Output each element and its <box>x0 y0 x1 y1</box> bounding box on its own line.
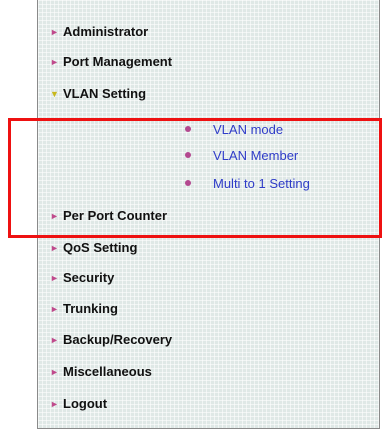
menu-item-security[interactable]: ► Security <box>50 268 114 288</box>
arrow-icon: ► <box>50 243 59 253</box>
arrow-icon: ► <box>50 399 59 409</box>
arrow-icon: ► <box>50 304 59 314</box>
arrow-icon: ► <box>50 27 59 37</box>
menu-item-miscellaneous[interactable]: ► Miscellaneous <box>50 362 152 382</box>
menu-item-administrator[interactable]: ► Administrator <box>50 22 148 42</box>
arrow-icon: ► <box>50 57 59 67</box>
menu-item-logout[interactable]: ► Logout <box>50 394 107 414</box>
menu-item-backup-recovery[interactable]: ► Backup/Recovery <box>50 330 172 350</box>
expanded-arrow-icon: ▼ <box>50 89 59 99</box>
highlight-annotation-box <box>8 118 382 238</box>
menu-item-port-management[interactable]: ► Port Management <box>50 52 172 72</box>
arrow-icon: ► <box>50 367 59 377</box>
arrow-icon: ► <box>50 273 59 283</box>
menu-item-trunking[interactable]: ► Trunking <box>50 299 118 319</box>
menu-item-vlan-setting[interactable]: ▼ VLAN Setting <box>50 84 146 104</box>
menu-item-qos-setting[interactable]: ► QoS Setting <box>50 238 137 258</box>
arrow-icon: ► <box>50 335 59 345</box>
